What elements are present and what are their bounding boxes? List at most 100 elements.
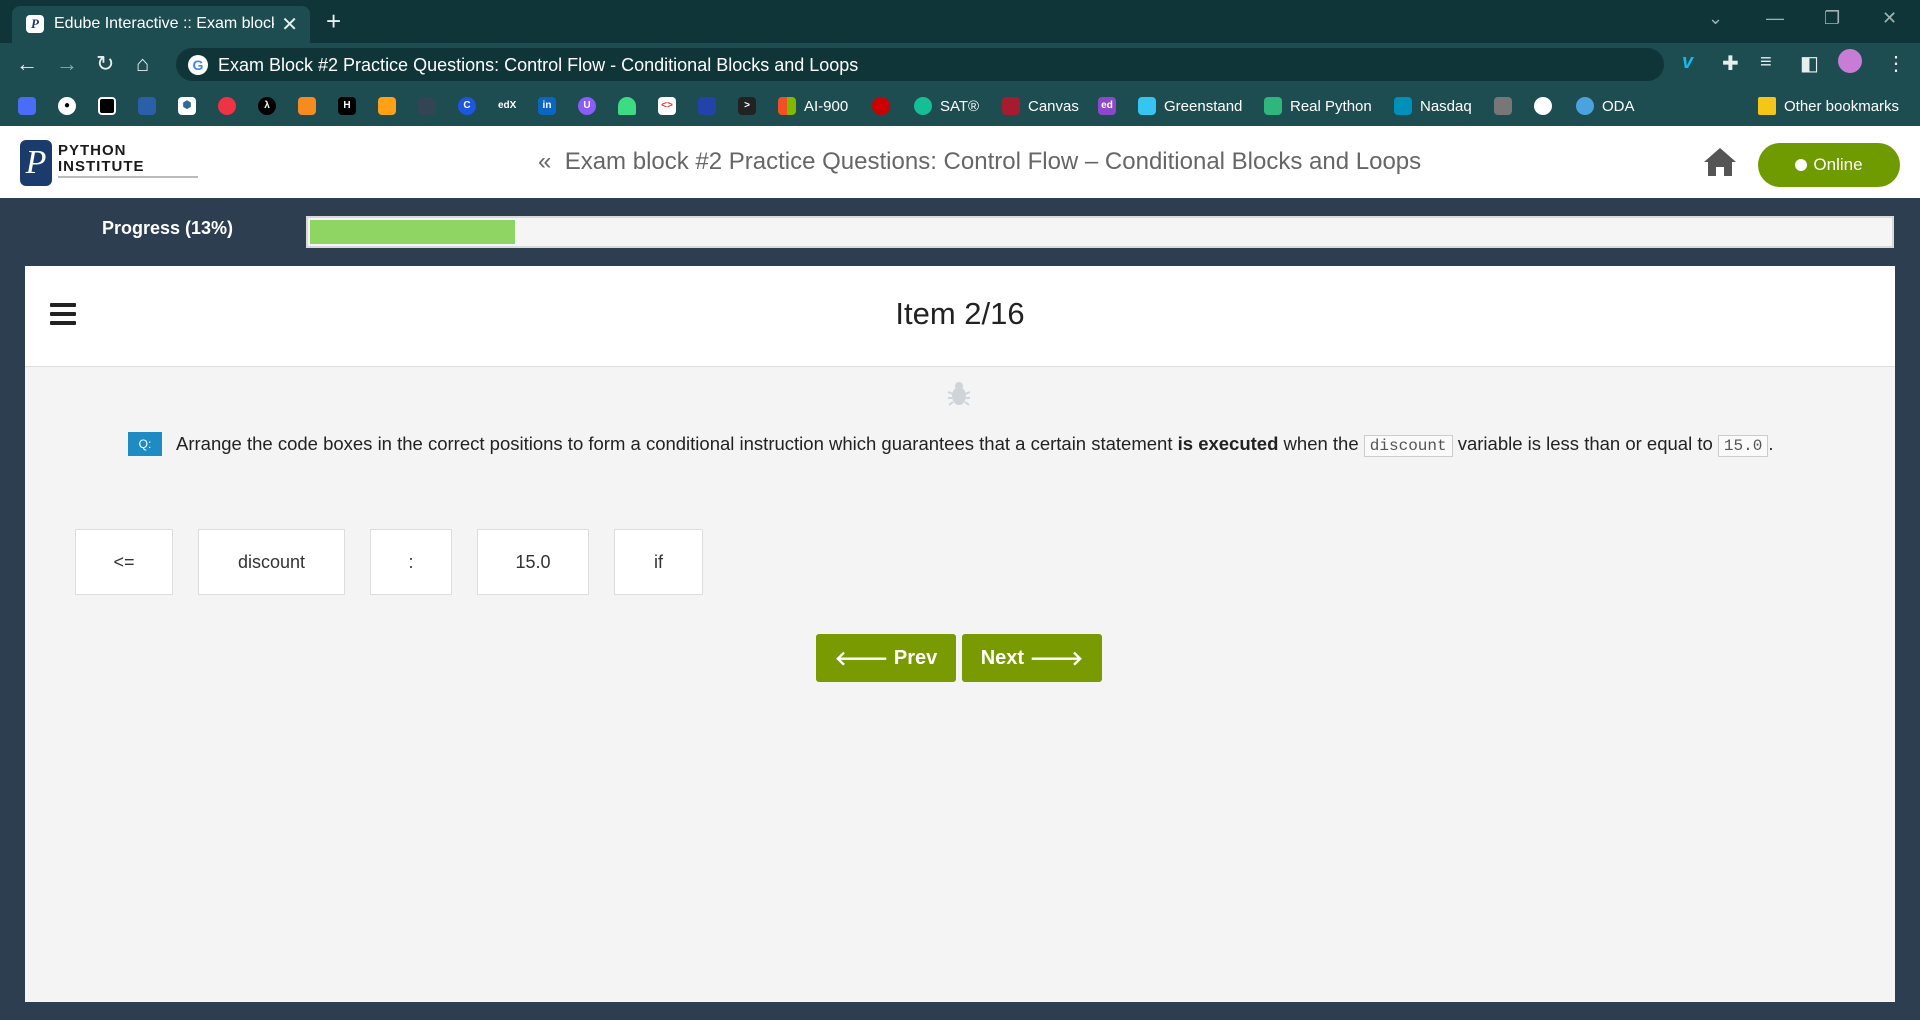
circle-logo-icon (98, 97, 116, 115)
home-icon[interactable] (1702, 146, 1738, 178)
harvard-icon (1002, 97, 1020, 115)
bookmark-ai900[interactable]: AI-900 (778, 94, 848, 118)
logo-line2: INSTITUTE (58, 158, 145, 175)
browser-menu-icon[interactable]: ⋮ (1886, 51, 1906, 76)
url-text: Exam Block #2 Practice Questions: Contro… (218, 55, 859, 75)
bookmark-4[interactable] (138, 94, 156, 118)
bookmark-label: Real Python (1290, 97, 1372, 115)
bookmark-greenstand[interactable]: Greenstand (1138, 94, 1242, 118)
bookmark-9[interactable]: H (338, 94, 356, 118)
extensions-icon[interactable]: ✚ (1722, 51, 1739, 76)
bookmark-19[interactable]: > (738, 94, 756, 118)
window-close-icon[interactable]: ✕ (1882, 8, 1897, 29)
hackerrank-icon: H (338, 97, 356, 115)
udemy-icon: U (578, 97, 596, 115)
bookmark-12[interactable]: C (458, 94, 476, 118)
aai-icon (1494, 97, 1512, 115)
back-icon[interactable]: ← (16, 51, 38, 77)
bookmark-3[interactable] (98, 94, 116, 118)
question-part: Arrange the code boxes in the correct po… (176, 433, 1178, 454)
online-status-button[interactable]: Online (1758, 143, 1900, 187)
brackets-icon (698, 97, 716, 115)
bookmark-6[interactable] (218, 94, 236, 118)
bug-report-icon[interactable] (945, 380, 973, 408)
forward-icon[interactable]: → (56, 51, 78, 77)
code-box[interactable]: : (370, 529, 452, 595)
other-bookmarks[interactable]: Other bookmarks (1758, 94, 1899, 118)
bookmark-python[interactable]: ⬢ (178, 94, 196, 118)
logo-line1: PYTHON (58, 142, 127, 159)
online-dot-icon (1795, 159, 1808, 171)
bookmark-oda[interactable]: ODA (1576, 94, 1635, 118)
exam-panel: Item 2/16 Q: Arrange the code boxes in t… (25, 266, 1895, 1002)
bookmark-22[interactable] (1534, 94, 1552, 118)
oda-icon (1576, 97, 1594, 115)
bookmarks-bar: ● ⬢ λ H C edX in U <> > AI-900 SAT® Canv… (0, 86, 1920, 126)
question-text: Arrange the code boxes in the correct po… (176, 431, 1773, 459)
bookmark-1[interactable] (18, 94, 36, 118)
vimeo-extension-icon[interactable]: v (1682, 51, 1693, 74)
microsoft-icon (778, 97, 796, 115)
slack-icon (1138, 97, 1156, 115)
code-box[interactable]: if (614, 529, 703, 595)
profile-avatar[interactable] (1838, 49, 1862, 73)
bookmark-label: Nasdaq (1420, 97, 1472, 115)
bookmark-10[interactable] (378, 94, 396, 118)
bookmark-linkedin[interactable]: in (538, 94, 556, 118)
bookmark-github[interactable]: ● (58, 94, 76, 118)
page-title[interactable]: « Exam block #2 Practice Questions: Cont… (538, 148, 1421, 176)
bookmark-canvas[interactable]: Canvas (1002, 94, 1079, 118)
edx-icon: edX (498, 97, 516, 115)
media-control-icon[interactable]: ≡ (1760, 51, 1772, 74)
online-label: Online (1813, 155, 1863, 174)
bookmark-18[interactable] (698, 94, 716, 118)
bookmark-15[interactable]: U (578, 94, 596, 118)
mw-icon (1534, 97, 1552, 115)
inline-code-discount: discount (1363, 435, 1453, 457)
new-tab-icon[interactable]: + (326, 6, 341, 37)
bookmark-android[interactable] (618, 94, 636, 118)
other-bookmarks-label: Other bookmarks (1784, 97, 1900, 115)
bookmark-ed[interactable]: ed (1098, 94, 1116, 118)
logo-mark-icon: P (20, 140, 52, 186)
home-browser-icon[interactable]: ⌂ (136, 51, 149, 77)
bookmark-7[interactable]: λ (258, 94, 276, 118)
inline-code-value: 15.0 (1717, 435, 1769, 457)
side-panel-icon[interactable]: ◧ (1800, 51, 1819, 76)
bookmark-11[interactable] (418, 94, 436, 118)
close-tab-icon[interactable]: ✕ (281, 12, 298, 37)
progress-label: Progress (13%) (102, 218, 234, 238)
restore-icon[interactable]: ❐ (1824, 8, 1840, 29)
tab-title: Edube Interactive :: Exam block # (54, 15, 274, 32)
reload-icon[interactable]: ↻ (96, 51, 114, 77)
code-box[interactable]: discount (198, 529, 345, 595)
bookmark-8[interactable] (298, 94, 316, 118)
next-label: Next (980, 646, 1025, 669)
bookmark-sat[interactable]: SAT® (914, 94, 979, 118)
terminal-icon: > (738, 97, 756, 115)
back-chevron-icon: « (538, 148, 552, 175)
browser-tabstrip: P Edube Interactive :: Exam block # ✕ + … (0, 0, 1920, 43)
next-button[interactable]: Next 🡒 (962, 634, 1102, 682)
minimize-icon[interactable]: — (1766, 8, 1784, 29)
prev-button[interactable]: 🡐 Prev (816, 634, 956, 682)
bookmark-nasdaq[interactable]: Nasdaq (1394, 94, 1472, 118)
bookmark-label: ODA (1602, 97, 1635, 115)
code-box[interactable]: 15.0 (477, 529, 589, 595)
code-box[interactable]: <= (75, 529, 173, 595)
bookmark-label: Canvas (1028, 97, 1079, 115)
bookmark-21[interactable] (1494, 94, 1512, 118)
menu-hamburger-icon[interactable] (50, 303, 76, 325)
bookmark-20[interactable] (872, 94, 890, 118)
bookmark-edx[interactable]: edX (498, 94, 516, 118)
ed-icon: ed (1098, 97, 1116, 115)
progress-fill (310, 220, 515, 244)
bookmark-17[interactable]: <> (658, 94, 676, 118)
question-part: variable is less than or equal to (1452, 433, 1718, 454)
python-institute-logo[interactable]: P PYTHON INSTITUTE (20, 140, 198, 186)
browser-tab[interactable]: P Edube Interactive :: Exam block # ✕ (12, 6, 310, 43)
bookmark-realpython[interactable]: Real Python (1264, 94, 1372, 118)
item-title: Item 2/16 (895, 296, 1025, 331)
address-bar[interactable]: G Exam Block #2 Practice Questions: Cont… (176, 48, 1664, 81)
tab-search-icon[interactable]: ⌄ (1708, 8, 1723, 29)
